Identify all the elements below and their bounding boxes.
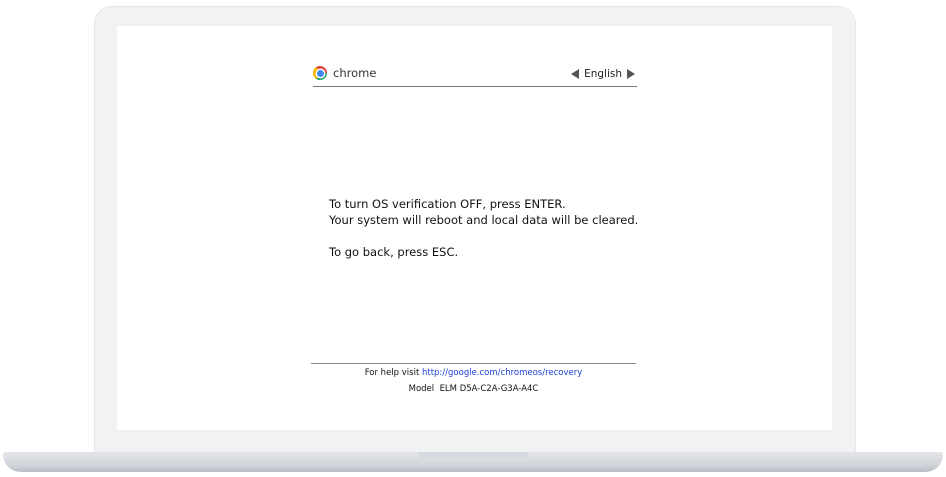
help-prefix: For help visit (364, 368, 420, 378)
laptop-screen: chrome English To turn OS verification O… (117, 26, 832, 430)
model-info: Model ELM D5A-C2A-G3A-A4C (311, 384, 636, 394)
help-text: For help visit http://google.com/chromeo… (311, 368, 636, 378)
language-selector[interactable]: English (571, 68, 635, 80)
message-line-1: To turn OS verification OFF, press ENTER… (329, 197, 566, 211)
laptop-notch (418, 452, 528, 458)
footer-divider (311, 363, 636, 364)
chrome-brand: chrome (313, 66, 376, 80)
model-label: Model (408, 384, 435, 394)
brand-label: chrome (333, 66, 377, 80)
arrow-right-icon[interactable] (627, 69, 635, 79)
help-link[interactable]: http://google.com/chromeos/recovery (422, 368, 582, 378)
language-label: English (584, 68, 622, 80)
arrow-left-icon[interactable] (571, 69, 580, 79)
verification-message: To turn OS verification OFF, press ENTER… (329, 196, 638, 260)
model-value: ELM D5A-C2A-G3A-A4C (439, 384, 539, 394)
message-line-3: To go back, press ESC. (329, 245, 459, 259)
message-line-2: Your system will reboot and local data w… (329, 213, 639, 227)
recovery-header: chrome English (313, 64, 637, 87)
chrome-logo-icon (313, 66, 327, 80)
